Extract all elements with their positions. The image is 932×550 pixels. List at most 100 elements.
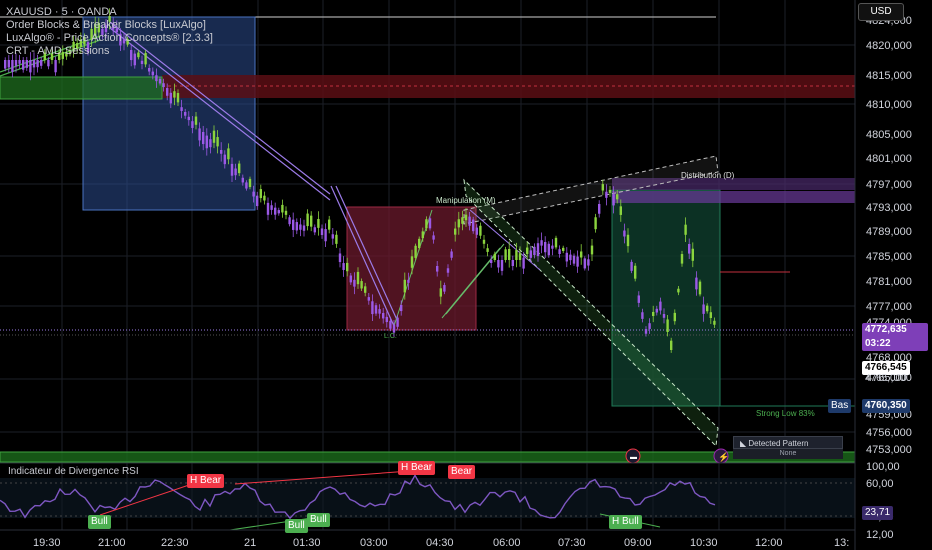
price-axis-label: 4815,000 <box>866 70 912 82</box>
price-axis-label: 4789,000 <box>866 226 912 238</box>
order-block-green <box>0 76 163 100</box>
detected-pattern-button[interactable]: ◣ Detected Pattern <box>733 436 843 449</box>
candle-body <box>274 207 277 215</box>
candle-body <box>709 312 712 318</box>
candle-body <box>428 218 432 229</box>
candle-body <box>378 309 381 314</box>
price-axis-label: 4820,000 <box>866 40 912 52</box>
candle-body <box>320 228 324 235</box>
candle-body <box>439 288 442 297</box>
candle-body <box>605 191 608 198</box>
currency-button[interactable]: USD <box>858 3 904 21</box>
candle-body <box>32 60 36 68</box>
time-axis-label: 12:00 <box>755 537 783 549</box>
candle-body <box>317 218 320 228</box>
lc-label: L.C. <box>384 333 397 340</box>
candle-body <box>162 83 165 88</box>
rsi-title: Indicateur de Divergence RSI <box>8 466 139 477</box>
candle-body <box>367 297 370 301</box>
candle-body <box>324 229 327 242</box>
candle-body <box>688 244 691 254</box>
candle-body <box>551 245 554 249</box>
candle-body <box>263 195 266 201</box>
candle-body <box>187 116 190 121</box>
candle-body <box>313 227 316 233</box>
candle-body <box>475 227 478 235</box>
candle-body <box>310 215 313 227</box>
candle-body <box>302 225 306 231</box>
candle-body <box>612 194 615 206</box>
candle-body <box>490 260 493 264</box>
candle-body <box>212 130 216 143</box>
candle-body <box>374 305 378 314</box>
candle-body <box>562 247 565 251</box>
manipulation-label: Manipulation (M) <box>436 196 496 205</box>
candle-body <box>583 258 586 269</box>
candle-body <box>410 256 414 268</box>
candle-body <box>547 243 550 256</box>
indicator-crt-amd[interactable]: CRT - AMD Sessions <box>6 45 213 58</box>
candle-body <box>205 135 208 149</box>
candle-body <box>22 60 25 70</box>
rsi-axis-label: 12,00 <box>866 529 894 541</box>
candle-body <box>18 60 21 64</box>
candle-body <box>695 277 698 290</box>
indicator-order-blocks[interactable]: Order Blocks & Breaker Blocks [LuxAlgo] <box>6 19 213 32</box>
candle-body <box>47 60 50 67</box>
candle-body <box>594 217 597 230</box>
candle-body <box>479 225 482 236</box>
candle-body <box>29 60 32 73</box>
candle-body <box>295 222 298 231</box>
candle-body <box>522 257 525 269</box>
candle-body <box>389 320 392 329</box>
price-axis-label: 4781,000 <box>866 276 912 288</box>
candle-body <box>702 304 705 314</box>
candle-body <box>227 148 230 160</box>
indicator-price-action[interactable]: LuxAlgo® - Price Action Concepts® [2.3.3… <box>6 32 213 45</box>
candle-body <box>493 253 496 260</box>
candle-body <box>400 305 403 312</box>
distribution-label: Distribution (D) <box>681 171 735 180</box>
candle-body <box>292 219 295 230</box>
candle-body <box>526 247 529 254</box>
candle-body <box>432 235 435 240</box>
strong-low-label: Strong Low 83% <box>756 409 815 418</box>
candle-body <box>497 260 500 268</box>
candle-body <box>155 75 158 82</box>
rsi-tag-h-bull: H Bull <box>609 515 642 529</box>
price-axis-label: 4777,000 <box>866 301 912 313</box>
candle-body <box>713 320 716 325</box>
candle-body <box>504 249 507 260</box>
candle-body <box>706 305 709 312</box>
time-axis-label: 21 <box>244 537 256 549</box>
candle-body <box>234 168 237 176</box>
candle-body <box>634 265 637 279</box>
triangle-icon: ◣ <box>740 439 747 448</box>
price-axis-label: 4805,000 <box>866 129 912 141</box>
time-axis-label: 06:00 <box>493 537 521 549</box>
candle-body <box>608 189 612 193</box>
current-price-tag: 4772,635 03:22 <box>862 323 928 351</box>
purple-band-2 <box>612 191 855 203</box>
symbol-title[interactable]: XAUUSD · 5 · OANDA <box>6 6 213 19</box>
candle-body <box>425 219 428 229</box>
rsi-tag-bull-3: Bull <box>307 513 330 527</box>
candle-body <box>652 311 655 316</box>
candle-body <box>468 216 471 226</box>
candle-body <box>662 314 666 318</box>
candle-body <box>266 202 270 215</box>
candle-body <box>554 237 558 248</box>
candle-body <box>666 319 669 332</box>
candle-body <box>655 308 658 313</box>
candle-body <box>356 271 360 285</box>
rsi-tag-h-bear-1: H Bear <box>187 474 225 488</box>
candle-body <box>299 224 302 230</box>
indicator-legend: XAUUSD · 5 · OANDA Order Blocks & Breake… <box>6 6 213 58</box>
candle-body <box>36 60 39 68</box>
candle-body <box>421 231 424 239</box>
candle-body <box>353 279 356 287</box>
candle-body <box>202 132 205 145</box>
candle-body <box>209 139 212 148</box>
time-axis-label: 07:30 <box>558 537 586 549</box>
candle-body <box>216 137 219 147</box>
